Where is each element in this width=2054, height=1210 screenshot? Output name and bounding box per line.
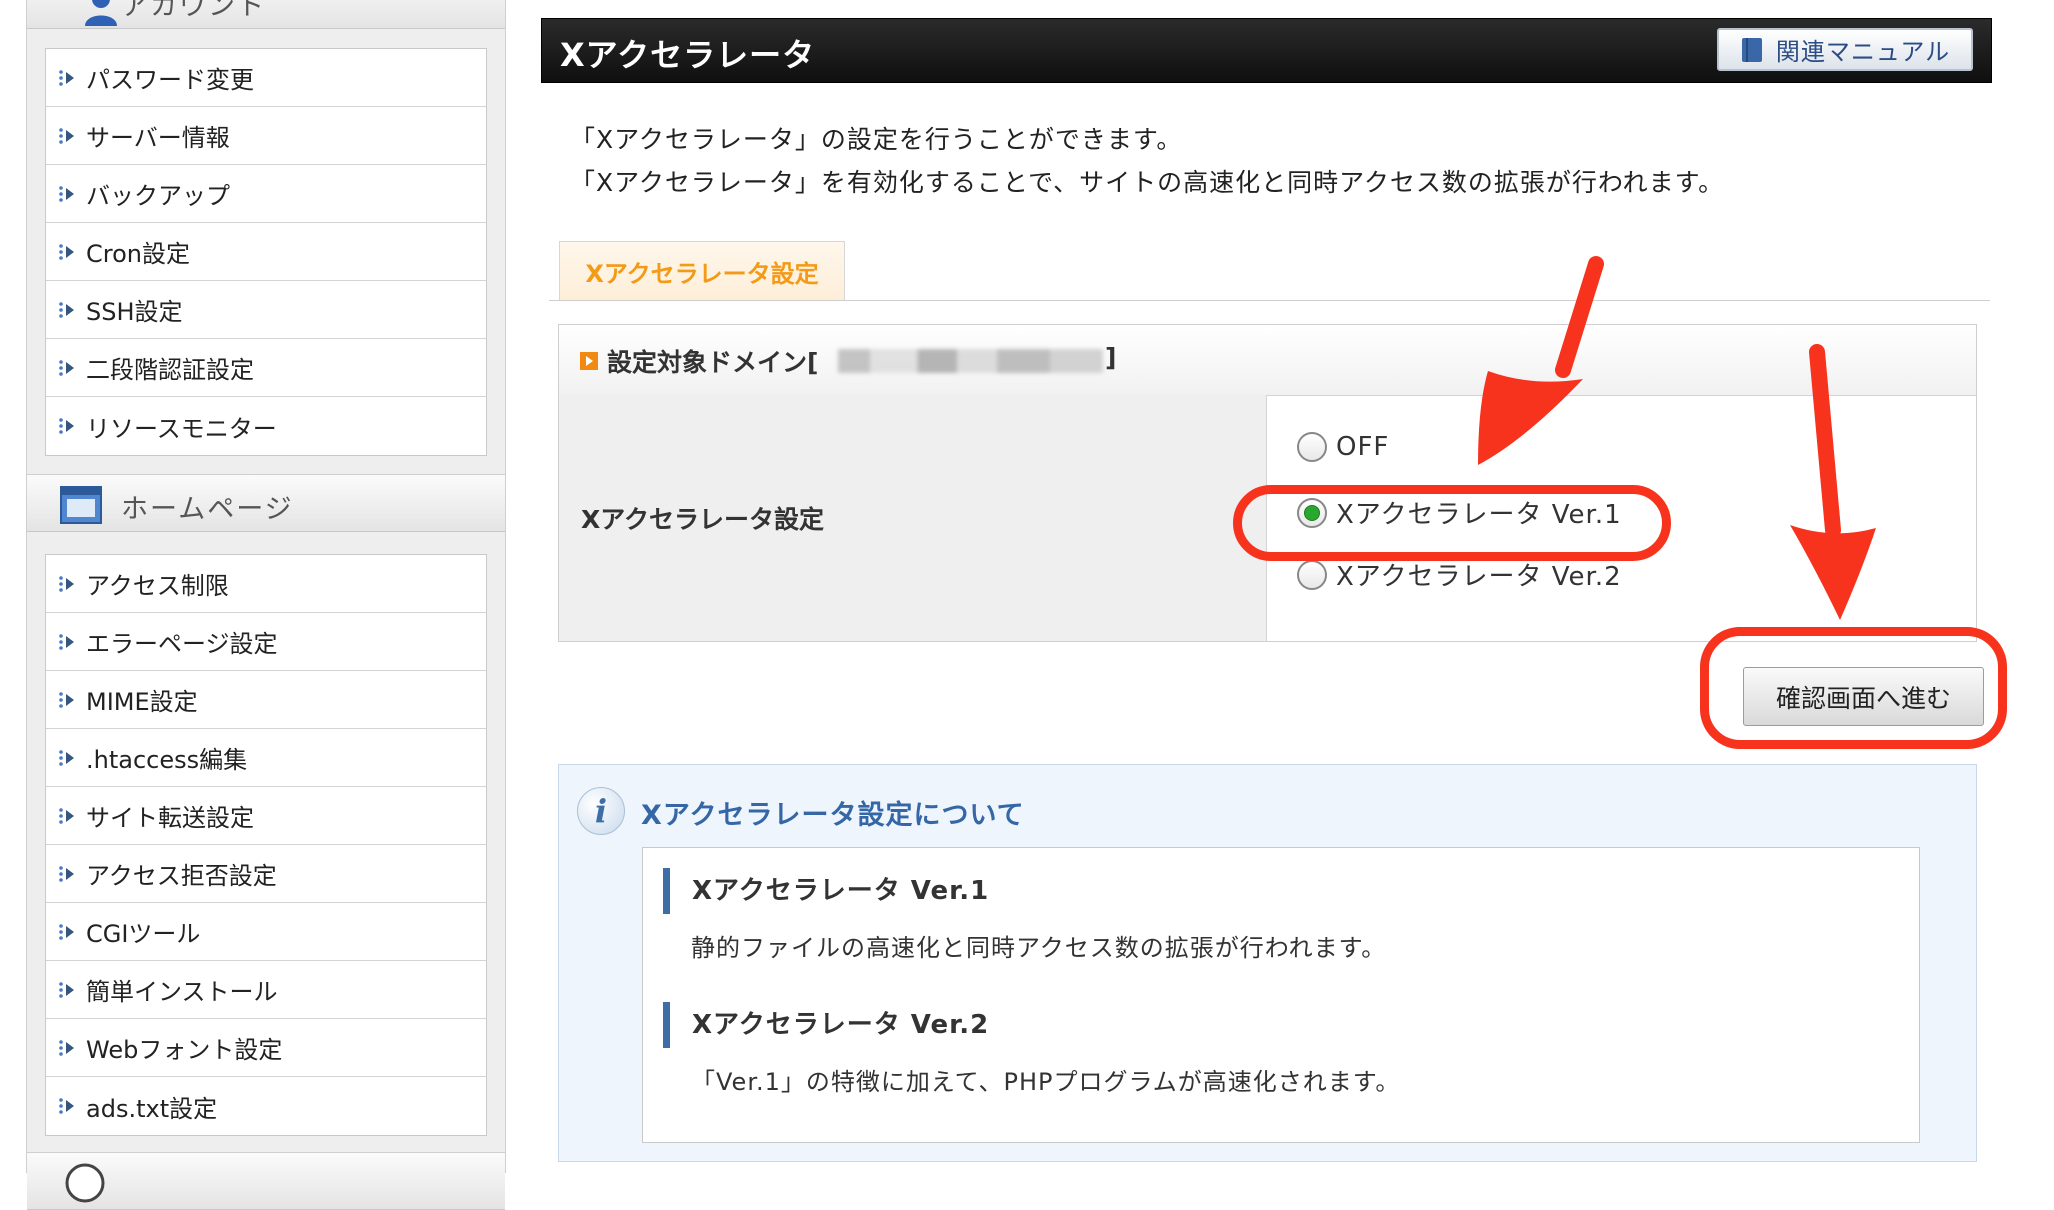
highlight-confirm-button xyxy=(1700,627,2007,749)
sidebar-item-label: サイト転送設定 xyxy=(86,804,254,832)
related-manual-label: 関連マニュアル xyxy=(1775,38,1951,66)
sidebar-item-cron[interactable]: Cron設定 xyxy=(46,223,486,281)
sidebar-item-label: .htaccess編集 xyxy=(86,746,248,774)
sidebar-item-label: 簡単インストール xyxy=(86,978,278,1006)
radio-option-ver2[interactable]: Xアクセラレータ Ver.2 xyxy=(1297,556,1622,593)
homepage-section-header: ホームページ xyxy=(27,474,505,532)
user-icon xyxy=(85,0,117,26)
sidebar: アカウント パスワード変更 サーバー情報 バックアップ Cron設定 SSH設定… xyxy=(26,0,506,1210)
sidebar-item-label: エラーページ設定 xyxy=(86,630,278,658)
radio-button[interactable] xyxy=(1297,559,1327,590)
radio-label: OFF xyxy=(1336,432,1390,462)
info-box: i Xアクセラレータ設定について Xアクセラレータ Ver.1 静的ファイルの高… xyxy=(558,764,1977,1162)
sidebar-item-label: SSH設定 xyxy=(86,298,183,326)
ver1-description: 静的ファイルの高速化と同時アクセス数の拡張が行われます。 xyxy=(691,934,1387,962)
arrow-bullet-icon xyxy=(59,865,74,882)
tab-divider xyxy=(549,300,1990,301)
arrow-bullet-icon xyxy=(59,301,74,318)
sidebar-item-error-page[interactable]: エラーページ設定 xyxy=(46,613,486,671)
info-icon: i xyxy=(577,787,625,835)
sidebar-item-password[interactable]: パスワード変更 xyxy=(46,49,486,107)
domain-label: 設定対象ドメイン[ xyxy=(607,348,819,377)
arrow-bullet-icon xyxy=(59,1039,74,1056)
sidebar-item-label: CGIツール xyxy=(86,920,201,948)
sidebar-item-resource-monitor[interactable]: リソースモニター xyxy=(46,397,486,455)
arrow-bullet-icon xyxy=(59,807,74,824)
sidebar-item-label: バックアップ xyxy=(86,182,230,210)
domain-row: 設定対象ドメイン[ ] xyxy=(559,325,1976,396)
sidebar-item-backup[interactable]: バックアップ xyxy=(46,165,486,223)
account-menu: パスワード変更 サーバー情報 バックアップ Cron設定 SSH設定 二段階認証… xyxy=(45,48,487,456)
sidebar-item-label: ads.txt設定 xyxy=(86,1094,218,1123)
sidebar-item-label: パスワード変更 xyxy=(86,66,254,94)
arrow-bullet-icon xyxy=(59,575,74,592)
sidebar-item-label: リソースモニター xyxy=(86,414,277,443)
sidebar-item-label: MIME設定 xyxy=(86,688,198,716)
page-title-bar: Xアクセラレータ 関連マニュアル xyxy=(541,18,1992,83)
arrow-bullet-icon xyxy=(59,749,74,766)
sidebar-item-site-redirect[interactable]: サイト転送設定 xyxy=(46,787,486,845)
tab-label: Xアクセラレータ設定 xyxy=(585,260,819,288)
arrow-bullet-icon xyxy=(59,633,74,650)
settings-table: 設定対象ドメイン[ ] Xアクセラレータ設定 OFF Xアクセラレータ Ver.… xyxy=(558,324,1977,642)
radio-label: Xアクセラレータ Ver.2 xyxy=(1336,562,1622,592)
account-section-header: アカウント xyxy=(27,0,505,29)
intro-line-2: 「Xアクセラレータ」を有効化することで、サイトの高速化と同時アクセス数の拡張が行… xyxy=(570,168,1725,197)
setting-label: Xアクセラレータ設定 xyxy=(581,505,825,534)
arrow-bullet-icon xyxy=(59,243,74,260)
sidebar-item-label: アクセス拒否設定 xyxy=(86,862,277,890)
section-icon xyxy=(65,1163,105,1203)
ver1-heading: Xアクセラレータ Ver.1 xyxy=(663,868,989,914)
homepage-icon xyxy=(60,486,102,524)
radio-option-off[interactable]: OFF xyxy=(1297,432,1389,462)
sidebar-item-label: 二段階認証設定 xyxy=(86,356,254,384)
info-content: Xアクセラレータ Ver.1 静的ファイルの高速化と同時アクセス数の拡張が行われ… xyxy=(642,847,1920,1143)
arrow-bullet-icon xyxy=(59,691,74,708)
sidebar-item-two-factor[interactable]: 二段階認証設定 xyxy=(46,339,486,397)
highlight-ver1-option xyxy=(1233,485,1671,561)
arrow-bullet-icon xyxy=(59,127,74,144)
sidebar-item-access-restriction[interactable]: アクセス制限 xyxy=(46,555,486,613)
sidebar-item-easy-install[interactable]: 簡単インストール xyxy=(46,961,486,1019)
sidebar-item-access-deny[interactable]: アクセス拒否設定 xyxy=(46,845,486,903)
homepage-menu: アクセス制限 エラーページ設定 MIME設定 .htaccess編集 サイト転送… xyxy=(45,554,487,1136)
account-section-title: アカウント xyxy=(121,0,266,22)
radio-button[interactable] xyxy=(1297,432,1327,462)
sidebar-item-label: Cron設定 xyxy=(86,240,190,268)
sidebar-item-label: Webフォント設定 xyxy=(86,1036,283,1064)
tab-xaccelerator-settings[interactable]: Xアクセラレータ設定 xyxy=(559,241,845,301)
sidebar-item-htaccess[interactable]: .htaccess編集 xyxy=(46,729,486,787)
intro-line-1: 「Xアクセラレータ」の設定を行うことができます。 xyxy=(570,125,1183,154)
play-icon xyxy=(580,352,598,370)
redacted-domain xyxy=(838,349,1103,373)
next-section-header xyxy=(27,1152,505,1210)
arrow-bullet-icon xyxy=(59,359,74,376)
arrow-bullet-icon xyxy=(59,981,74,998)
intro-text: 「Xアクセラレータ」の設定を行うことができます。 「Xアクセラレータ」を有効化す… xyxy=(570,118,1724,204)
homepage-section-title: ホームページ xyxy=(121,494,294,525)
related-manual-button[interactable]: 関連マニュアル xyxy=(1717,28,1973,71)
arrow-bullet-icon xyxy=(59,1098,74,1114)
arrow-bullet-icon xyxy=(59,69,74,86)
sidebar-item-server-info[interactable]: サーバー情報 xyxy=(46,107,486,165)
sidebar-item-label: サーバー情報 xyxy=(86,124,230,152)
setting-label-cell: Xアクセラレータ設定 xyxy=(559,395,1267,641)
ver2-heading: Xアクセラレータ Ver.2 xyxy=(663,1002,989,1048)
info-title: Xアクセラレータ設定について xyxy=(641,800,1025,831)
domain-bracket-close: ] xyxy=(1105,343,1117,372)
arrow-bullet-icon xyxy=(59,923,74,940)
arrow-bullet-icon xyxy=(59,418,74,434)
book-icon xyxy=(1741,37,1762,62)
arrow-bullet-icon xyxy=(59,185,74,202)
sidebar-item-mime[interactable]: MIME設定 xyxy=(46,671,486,729)
sidebar-item-cgi-tool[interactable]: CGIツール xyxy=(46,903,486,961)
sidebar-item-web-font[interactable]: Webフォント設定 xyxy=(46,1019,486,1077)
sidebar-item-ssh[interactable]: SSH設定 xyxy=(46,281,486,339)
sidebar-item-label: アクセス制限 xyxy=(86,572,229,600)
sidebar-item-ads-txt[interactable]: ads.txt設定 xyxy=(46,1077,486,1135)
page-title: Xアクセラレータ xyxy=(560,36,816,74)
ver2-description: 「Ver.1」の特徴に加えて、PHPプログラムが高速化されます。 xyxy=(691,1068,1401,1096)
